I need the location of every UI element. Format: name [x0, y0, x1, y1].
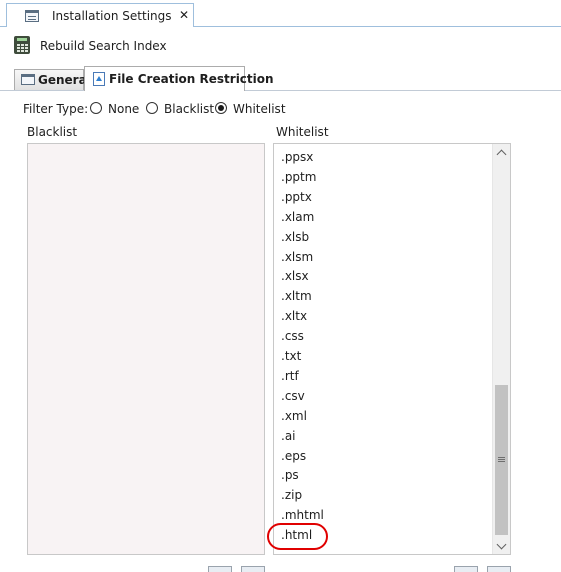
bottom-button-1[interactable]: [208, 566, 232, 572]
whitelist-item[interactable]: .zip: [281, 485, 302, 505]
chevron-up-icon: [496, 149, 507, 160]
whitelist-scrollbar[interactable]: [492, 144, 510, 554]
rebuild-search-index-label: Rebuild Search Index: [40, 39, 167, 53]
upload-file-icon: [93, 72, 105, 86]
bottom-button-3[interactable]: [454, 566, 478, 572]
filter-blacklist-radio[interactable]: [146, 102, 158, 114]
whitelist-item[interactable]: .xml: [281, 406, 307, 426]
whitelist-item[interactable]: .xlsm: [281, 247, 313, 267]
whitelist-item[interactable]: .ppsx: [281, 147, 313, 167]
scroll-down-button[interactable]: [493, 537, 510, 554]
filter-whitelist-label[interactable]: Whitelist: [233, 102, 286, 116]
grip-icon: [498, 457, 505, 458]
highlight-annotation: [267, 523, 328, 550]
filter-whitelist-radio[interactable]: [215, 102, 227, 114]
calculator-icon: [14, 36, 30, 54]
close-icon[interactable]: ✕: [179, 8, 189, 22]
whitelist-item[interactable]: .csv: [281, 386, 305, 406]
whitelist-item[interactable]: .xltm: [281, 286, 312, 306]
bottom-button-4[interactable]: [487, 566, 511, 572]
whitelist-listbox[interactable]: .ppsx .pptm .pptx .xlam .xlsb .xlsm .xlsx .xltm…: [273, 143, 511, 555]
chevron-down-icon: [496, 539, 507, 550]
bottom-button-2[interactable]: [241, 566, 265, 572]
tab-general-label: General: [38, 73, 91, 87]
whitelist-header: Whitelist: [276, 125, 329, 139]
filter-none-label[interactable]: None: [108, 102, 139, 116]
blacklist-header: Blacklist: [27, 125, 78, 139]
settings-window-icon: [25, 10, 39, 22]
scroll-thumb[interactable]: [495, 385, 508, 535]
filter-type-label: Filter Type:: [23, 102, 89, 116]
rebuild-search-index-button[interactable]: Rebuild Search Index: [14, 35, 167, 57]
filter-blacklist-label[interactable]: Blacklist: [164, 102, 214, 116]
window-icon: [21, 74, 35, 85]
document-tab-title: Installation Settings: [52, 9, 172, 23]
document-tab-installation-settings[interactable]: Installation Settings ✕: [6, 3, 194, 27]
whitelist-item[interactable]: .xlsb: [281, 227, 309, 247]
tab-general[interactable]: General: [14, 69, 91, 90]
blacklist-listbox[interactable]: [27, 143, 265, 555]
whitelist-item[interactable]: .ps: [281, 465, 299, 485]
tab-file-creation-restriction[interactable]: File Creation Restriction: [84, 66, 274, 91]
whitelist-item[interactable]: .ai: [281, 426, 296, 446]
tab-file-creation-restriction-label: File Creation Restriction: [109, 72, 274, 86]
whitelist-item[interactable]: .eps: [281, 446, 306, 466]
scroll-up-button[interactable]: [493, 144, 510, 161]
whitelist-item[interactable]: .rtf: [281, 366, 299, 386]
whitelist-item[interactable]: .xltx: [281, 306, 307, 326]
whitelist-item[interactable]: .txt: [281, 346, 301, 366]
whitelist-item[interactable]: .pptm: [281, 167, 316, 187]
filter-none-radio[interactable]: [90, 102, 102, 114]
whitelist-item[interactable]: .css: [281, 326, 304, 346]
whitelist-item[interactable]: .pptx: [281, 187, 312, 207]
whitelist-item[interactable]: .xlam: [281, 207, 314, 227]
whitelist-item[interactable]: .xlsx: [281, 266, 309, 286]
